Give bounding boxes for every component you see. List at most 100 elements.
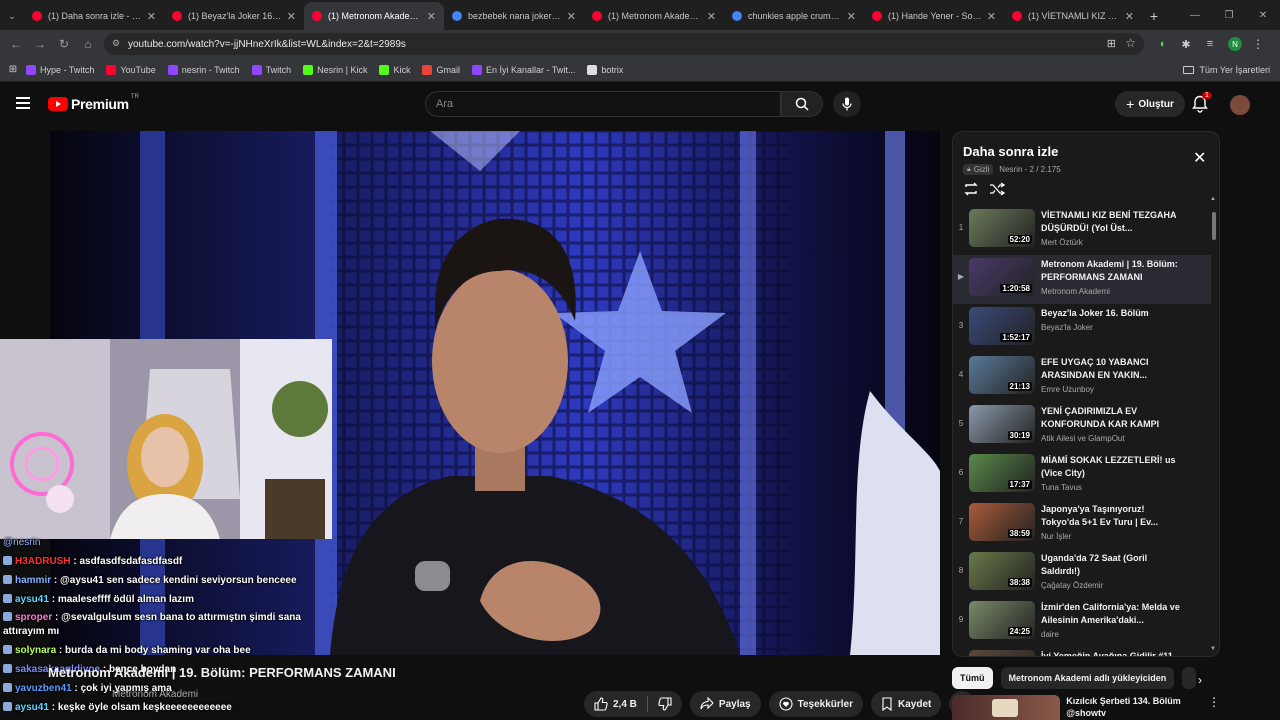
playlist-thumbnail: 38:59 xyxy=(969,503,1035,541)
chat-username: yavuzben41 xyxy=(15,683,72,694)
bookmark-label: nesrin - Twitch xyxy=(181,64,240,75)
playlist-item-meta: Metronom Akademi | 19. Bölüm: PERFORMANS… xyxy=(1041,258,1181,296)
playlist-item-title: Metronom Akademi | 19. Bölüm: PERFORMANS… xyxy=(1041,259,1178,282)
playlist-item-meta: MİAMİ SOKAK LEZZETLERİ! us (Vice City) Tu… xyxy=(1041,454,1181,492)
audio-icon[interactable]: ◖ xyxy=(1150,38,1174,50)
playlist-item[interactable]: 7 38:59 Japonya'ya Taşınıyoruz! Tokyo'da 5… xyxy=(953,500,1211,549)
shuffle-icon[interactable] xyxy=(989,182,1005,196)
playlist-item[interactable]: 6 17:37 MİAMİ SOKAK LEZZETLERİ! us (Vice C… xyxy=(953,451,1211,500)
chip-all[interactable]: Tümü xyxy=(952,667,993,689)
playlist-item[interactable]: 5 30:19 YENİ ÇADIRIMIZLA EV KONFORUNDA KAR… xyxy=(953,402,1211,451)
create-label: Oluştur xyxy=(1138,98,1174,110)
playlist-thumbnail xyxy=(969,650,1035,656)
playlist-item-index: 7 xyxy=(958,517,964,526)
playlist-item[interactable]: 3 1:52:17 Beyaz'la Joker 16. Bölüm Beyaz'la… xyxy=(953,304,1211,353)
share-button[interactable]: Paylaş xyxy=(689,691,761,717)
back-icon[interactable]: ← xyxy=(4,37,28,51)
playlist-item-title: MİAMİ SOKAK LEZZETLERİ! us (Vice City) xyxy=(1041,455,1176,478)
install-app-icon[interactable]: ⊞ xyxy=(1107,37,1116,50)
maximize-button[interactable]: ❐ xyxy=(1212,10,1246,21)
recommended-menu-icon[interactable]: ⋮ xyxy=(1208,695,1220,720)
extensions-icon[interactable]: ✱ xyxy=(1174,38,1198,51)
playlist-item[interactable]: 1 52:20 VİETNAMLI KIZ BENİ TEZGAHA DÜŞÜRDÜ… xyxy=(953,206,1211,255)
tab-close-icon[interactable]: ✕ xyxy=(147,10,156,23)
loop-icon[interactable] xyxy=(963,182,979,196)
tab-close-icon[interactable]: ✕ xyxy=(567,10,576,23)
thumbs-down-icon[interactable] xyxy=(658,697,672,711)
bookmark-item[interactable]: Kick xyxy=(379,64,410,75)
chat-message: hammir : @aysu41 sen sadece kendini sevi… xyxy=(0,571,340,590)
playlist-item[interactable]: 9 24:25 İzmir'den California'ya: Melda ve … xyxy=(953,598,1211,647)
browser-tab[interactable]: (1) Metronom Akademi | 19. ✕ xyxy=(304,2,444,30)
save-button[interactable]: Kaydet xyxy=(871,691,942,717)
tab-close-icon[interactable]: ✕ xyxy=(847,10,856,23)
scroll-down-icon[interactable]: ▼ xyxy=(1210,646,1216,652)
bookmark-item[interactable]: Twitch xyxy=(251,64,291,75)
scroll-up-icon[interactable]: ▲ xyxy=(1210,196,1216,202)
like-button[interactable]: 2,4 B xyxy=(584,691,682,717)
browser-tab[interactable]: chunkies apple crumble - Google ✕ xyxy=(724,2,864,30)
site-info-icon[interactable]: ⚙ xyxy=(112,38,120,49)
bookmark-label: En İyi Kanallar - Twit... xyxy=(486,64,576,75)
playlist-thumbnail: 24:25 xyxy=(969,601,1035,639)
channel-name[interactable]: Metronom Akademi xyxy=(112,689,198,700)
tab-search-button[interactable]: ⌄ xyxy=(0,2,24,30)
playlist-item[interactable]: 10 İyi Yemeğin Ayağına Gidilir #11 xyxy=(953,647,1211,656)
browser-tab[interactable]: bezbebek nana joker - Google ✕ xyxy=(444,2,584,30)
bookmark-item[interactable]: En İyi Kanallar - Twit... xyxy=(472,64,576,75)
bookmarks-bar: ⊞ Hype - Twitch YouTube nesrin - Twitch Twi… xyxy=(0,58,1280,82)
reload-icon[interactable]: ↻ xyxy=(52,37,76,51)
tab-close-icon[interactable]: ✕ xyxy=(1125,10,1134,23)
forward-icon[interactable]: → xyxy=(28,37,52,51)
bookmark-item[interactable]: nesrin - Twitch xyxy=(167,64,240,75)
minimize-button[interactable]: — xyxy=(1178,10,1212,21)
close-icon[interactable]: ✕ xyxy=(1193,148,1206,168)
new-tab-button[interactable]: + xyxy=(1142,2,1166,30)
home-icon[interactable]: ⌂ xyxy=(76,37,100,51)
chip-uploader[interactable]: Metronom Akademi adlı yükleyiciden xyxy=(1000,667,1175,689)
chips-next-icon[interactable]: › xyxy=(1198,673,1202,687)
playlist-title[interactable]: Daha sonra izle xyxy=(963,144,1058,159)
tab-title: (1) Beyaz'la Joker 16. Bölüm xyxy=(188,11,283,21)
recommended-video[interactable]: Kızılcık Şerbeti 134. Bölüm @showtv ⋮ xyxy=(952,695,1220,720)
apps-grid-icon[interactable]: ⊞ xyxy=(0,64,26,75)
playlist-item[interactable]: 4 21:13 EFE UYGAÇ 10 YABANCI ARASINDAN EN … xyxy=(953,353,1211,402)
playlist-item[interactable]: ▶ 1:20:58 Metronom Akademi | 19. Bölüm: PE… xyxy=(953,255,1211,304)
thanks-button[interactable]: Teşekkürler xyxy=(768,691,864,717)
tab-close-icon[interactable]: ✕ xyxy=(987,10,996,23)
youtube-logo[interactable]: Premium TR xyxy=(48,94,139,112)
tab-close-icon[interactable]: ✕ xyxy=(427,10,436,23)
search-input[interactable]: Ara xyxy=(425,91,781,117)
chat-badge-icon xyxy=(3,702,12,711)
close-window-button[interactable]: ✕ xyxy=(1246,10,1280,21)
bookmark-item[interactable]: YouTube xyxy=(106,64,156,75)
browser-tab[interactable]: (1) Beyaz'la Joker 16. Bölüm ✕ xyxy=(164,2,304,30)
browser-tab[interactable]: (1) VİETNAMLI KIZ BENİ TEZGAHA ✕ xyxy=(1004,2,1142,30)
all-bookmarks-folder[interactable]: Tüm Yer İşaretleri xyxy=(1183,65,1270,75)
menu-hamburger-icon[interactable] xyxy=(16,97,30,109)
bookmark-item[interactable]: Nesrin | Kick xyxy=(303,64,367,75)
browser-menu-icon[interactable]: ⋮ xyxy=(1248,37,1268,51)
playlist-item[interactable]: 8 38:38 Uganda'da 72 Saat (Goril Saldırdı!… xyxy=(953,549,1211,598)
browser-tab[interactable]: (1) Metronom Akademi | 19. ✕ xyxy=(584,2,724,30)
bookmark-item[interactable]: Gmail xyxy=(422,64,460,75)
voice-search-button[interactable] xyxy=(833,91,861,117)
create-button[interactable]: + Oluştur xyxy=(1115,91,1185,117)
chat-text: burda da mi body shaming var oha bee xyxy=(65,645,251,656)
chip-overflow[interactable] xyxy=(1182,667,1197,689)
playlist-item-title: İyi Yemeğin Ayağına Gidilir #11 xyxy=(1041,651,1173,656)
bookmark-item[interactable]: botrix xyxy=(587,64,623,75)
tab-close-icon[interactable]: ✕ xyxy=(707,10,716,23)
playlist-scrollbar[interactable] xyxy=(1212,212,1216,240)
profile-avatar[interactable]: N xyxy=(1228,37,1242,51)
bookmark-star-icon[interactable]: ☆ xyxy=(1125,36,1136,50)
account-avatar[interactable] xyxy=(1230,95,1250,115)
search-button[interactable] xyxy=(781,91,823,117)
tab-close-icon[interactable]: ✕ xyxy=(287,10,296,23)
media-controls-icon[interactable]: ≡ xyxy=(1198,38,1222,50)
address-bar[interactable]: ⚙ youtube.com/watch?v=-jjNHneXrIk&list=W… xyxy=(104,33,1144,55)
video-duration: 52:20 xyxy=(1007,235,1032,244)
browser-tab[interactable]: (1) Daha sonra izle - YouTube ✕ xyxy=(24,2,164,30)
bookmark-item[interactable]: Hype - Twitch xyxy=(26,64,94,75)
browser-tab[interactable]: (1) Hande Yener - Sopa (Official ✕ xyxy=(864,2,1004,30)
